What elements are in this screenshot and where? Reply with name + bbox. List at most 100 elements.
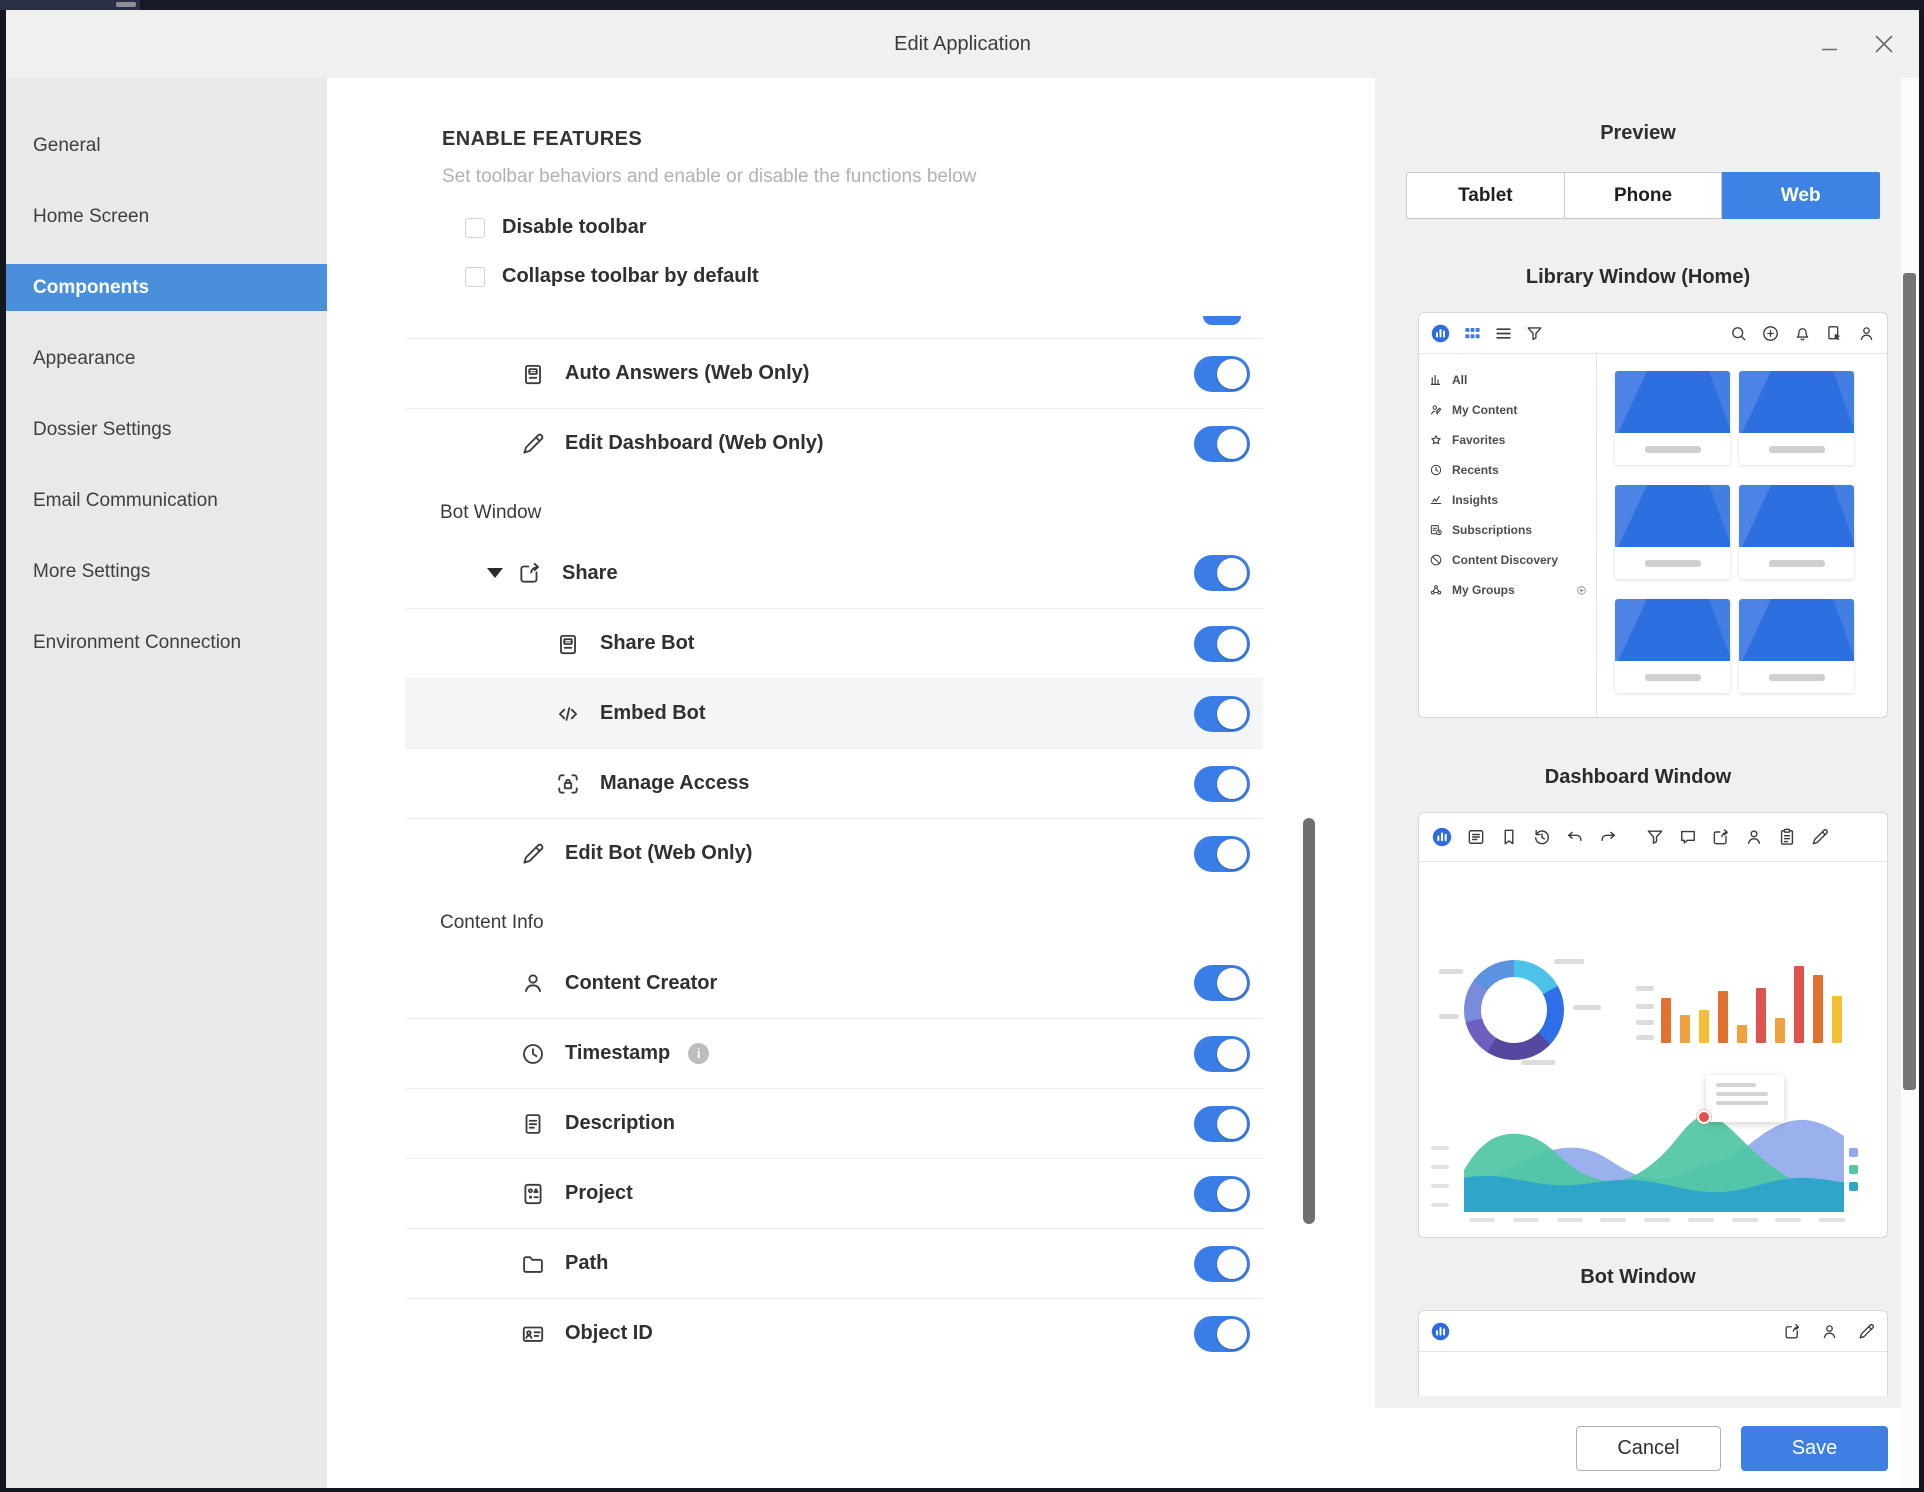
account-icon (1820, 1322, 1839, 1341)
feature-label: Manage Access (600, 772, 749, 795)
section-subheading: Set toolbar behaviors and enable or disa… (442, 166, 976, 188)
feature-toggle-on[interactable] (1194, 696, 1250, 732)
feature-row-edit-dashboard-web-only[interactable]: Edit Dashboard (Web Only) (405, 408, 1263, 478)
sidebar-item-components[interactable]: Components (6, 264, 327, 311)
feature-row-embed-bot[interactable]: Embed Bot (405, 678, 1263, 748)
preview-title: Preview (1375, 122, 1901, 145)
sidebar-item-environment-connection[interactable]: Environment Connection (6, 619, 327, 666)
sidebar-item-home-screen[interactable]: Home Screen (6, 193, 327, 240)
feature-row-timestamp[interactable]: Timestampi (405, 1018, 1263, 1088)
dialog-footer: Cancel Save (1375, 1408, 1901, 1488)
feature-toggle-on[interactable] (1194, 836, 1250, 872)
checkbox-row-collapse-toolbar-by-default[interactable]: Collapse toolbar by default (465, 252, 759, 301)
sidebar-item-appearance[interactable]: Appearance (6, 335, 327, 382)
library-content-tile (1739, 371, 1854, 465)
feature-toggle-on[interactable] (1194, 1176, 1250, 1212)
feature-row-edit-bot-web-only[interactable]: Edit Bot (Web Only) (405, 818, 1263, 888)
share-icon (517, 560, 543, 586)
window-scrollbar-thumb[interactable] (1903, 273, 1916, 1090)
tile-title-placeholder (1739, 433, 1854, 465)
checkbox-unchecked[interactable] (465, 267, 485, 287)
logo-icon (1430, 1321, 1451, 1342)
feature-label: Edit Dashboard (Web Only) (565, 432, 824, 455)
search-icon (1729, 324, 1748, 343)
bar (1699, 1010, 1709, 1043)
sidebar-item-more-settings[interactable]: More Settings (6, 548, 327, 595)
feature-toggle-on[interactable] (1194, 426, 1250, 462)
chart-marker-dot (1697, 1110, 1711, 1124)
account-icon (1744, 827, 1764, 847)
tile-title-placeholder (1615, 661, 1730, 693)
sidebar-item-dossier-settings[interactable]: Dossier Settings (6, 406, 327, 453)
feature-row-description[interactable]: Description (405, 1088, 1263, 1158)
feature-toggle-on[interactable] (1194, 1246, 1250, 1282)
feature-row-path[interactable]: Path (405, 1228, 1263, 1298)
tile-thumbnail (1739, 371, 1854, 433)
comment-icon (1678, 827, 1698, 847)
notifications-icon (1793, 324, 1812, 343)
feature-label: Auto Answers (Web Only) (565, 362, 809, 385)
bot-preview-body (1419, 1352, 1887, 1396)
library-sidebar-label: Favorites (1452, 433, 1505, 447)
tile-title-placeholder (1739, 547, 1854, 579)
bookmark-icon (1499, 827, 1519, 847)
chart-label-dash (1554, 959, 1584, 964)
toolbar-checkbox-group: Disable toolbarCollapse toolbar by defau… (465, 203, 759, 301)
feature-group-label: Content Info (405, 888, 1263, 948)
sidebar-item-general[interactable]: General (6, 122, 327, 169)
bar (1775, 1018, 1785, 1043)
feature-row-project[interactable]: Project (405, 1158, 1263, 1228)
feature-toggle-on[interactable] (1194, 1316, 1250, 1352)
content-scrollbar-thumb[interactable] (1303, 818, 1315, 1224)
window-controls (1817, 10, 1897, 78)
feature-toggle-on[interactable] (1194, 1036, 1250, 1072)
partially-scrolled-toggle[interactable] (1203, 316, 1241, 325)
chart-label-dash (1573, 1005, 1601, 1010)
page-share-icon (1825, 324, 1844, 343)
bar (1680, 1015, 1690, 1043)
subscriptions-icon (1429, 523, 1443, 537)
feature-toggle-on[interactable] (1194, 965, 1250, 1001)
feature-row-content-creator[interactable]: Content Creator (405, 948, 1263, 1018)
save-button[interactable]: Save (1741, 1426, 1888, 1471)
checkbox-unchecked[interactable] (465, 218, 485, 238)
library-sidebar-item-favorites: Favorites (1419, 425, 1596, 455)
feature-toggle-on[interactable] (1194, 766, 1250, 802)
info-icon[interactable]: i (688, 1043, 709, 1064)
tile-title-placeholder (1615, 547, 1730, 579)
window-scrollbar[interactable] (1901, 78, 1919, 1488)
library-sidebar-label: My Content (1452, 403, 1517, 417)
sidebar-item-email-communication[interactable]: Email Communication (6, 477, 327, 524)
feature-toggle-on[interactable] (1194, 555, 1250, 591)
legend-swatch-front-wave (1849, 1182, 1858, 1191)
favorites-icon (1429, 433, 1443, 447)
bar-axis-dash (1636, 1004, 1654, 1009)
feature-row-object-id[interactable]: Object ID (405, 1298, 1263, 1368)
undo-icon (1565, 827, 1585, 847)
feature-row-share[interactable]: Share (405, 538, 1263, 608)
feature-toggle-on[interactable] (1194, 1106, 1250, 1142)
feature-toggle-on[interactable] (1194, 626, 1250, 662)
edit-icon (520, 431, 546, 457)
minimize-button[interactable] (1817, 31, 1843, 57)
cancel-button[interactable]: Cancel (1576, 1426, 1721, 1471)
filter-icon (1525, 324, 1544, 343)
feature-row-auto-answers-web-only[interactable]: Auto Answers (Web Only) (405, 338, 1263, 408)
device-tab-phone[interactable]: Phone (1565, 172, 1723, 219)
sidebar-item-label: Environment Connection (33, 632, 241, 654)
content-discovery-icon (1429, 553, 1443, 567)
feature-list: Auto Answers (Web Only) Edit Dashboard (W… (405, 338, 1263, 1368)
device-tab-web[interactable]: Web (1722, 172, 1880, 219)
insights-icon (1429, 493, 1443, 507)
window-border (0, 10, 6, 1492)
clipboard-icon (1777, 827, 1797, 847)
bot-preview-toolbar (1419, 1311, 1887, 1352)
collapse-caret-icon[interactable] (487, 568, 503, 578)
device-tab-tablet[interactable]: Tablet (1406, 172, 1565, 219)
close-button[interactable] (1871, 31, 1897, 57)
sidebar-item-label: Dossier Settings (33, 419, 171, 441)
feature-row-share-bot[interactable]: Share Bot (405, 608, 1263, 678)
feature-toggle-on[interactable] (1194, 356, 1250, 392)
feature-row-manage-access[interactable]: Manage Access (405, 748, 1263, 818)
checkbox-row-disable-toolbar[interactable]: Disable toolbar (465, 203, 759, 252)
